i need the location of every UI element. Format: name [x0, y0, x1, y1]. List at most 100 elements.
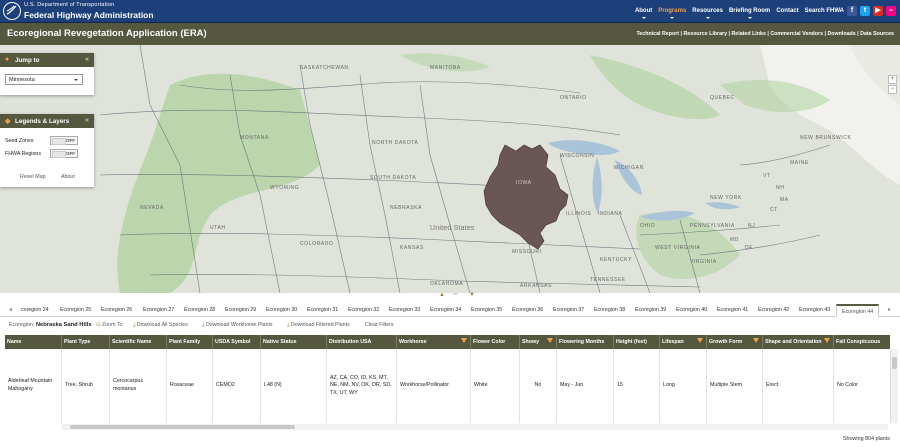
- map-label-maine: MAINE: [790, 160, 809, 166]
- col-lifespan[interactable]: Lifespan: [660, 335, 707, 349]
- tab-ecoregion-40[interactable]: Ecoregion 40: [676, 307, 707, 313]
- ecoregion-tabs: ◂ coregion 24 Ecoregion 25 Ecoregion 26 …: [0, 303, 900, 317]
- tabs-prev-icon[interactable]: ◂: [9, 306, 12, 313]
- col-height[interactable]: Height (feet): [614, 335, 660, 349]
- nav-search[interactable]: Search FHWA: [805, 8, 844, 14]
- nav-contact[interactable]: Contact: [776, 8, 798, 14]
- app-links[interactable]: Technical Report | Resource Library | Re…: [636, 31, 894, 37]
- map-label-arkansas: ARKANSAS: [520, 283, 553, 289]
- twitter-icon[interactable]: t: [860, 6, 870, 16]
- state-select[interactable]: Minnesota: [5, 74, 83, 85]
- jump-to-title: Jump to: [15, 57, 40, 64]
- filter-icon[interactable]: [547, 338, 553, 343]
- tab-ecoregion-29[interactable]: Ecoregion 29: [225, 307, 256, 313]
- col-distribution-usa-label: Distribution USA: [329, 339, 372, 345]
- zoom-out-button[interactable]: −: [888, 85, 897, 94]
- fhwa-regions-toggle[interactable]: OFF: [50, 149, 78, 158]
- youtube-icon[interactable]: ▶: [873, 6, 883, 16]
- col-flowering-months[interactable]: Flowering Months: [557, 335, 614, 349]
- col-showy[interactable]: Showy: [520, 335, 557, 349]
- facebook-icon[interactable]: f: [847, 6, 857, 16]
- tab-ecoregion-38[interactable]: Ecoregion 38: [594, 307, 625, 313]
- tab-ecoregion-44[interactable]: Ecoregion 44: [836, 304, 880, 317]
- legends-title: Legends & Layers: [15, 118, 70, 125]
- table-horizontal-scrollbar[interactable]: [62, 424, 888, 430]
- drag-handle-icon[interactable]: ═: [453, 292, 457, 298]
- tab-ecoregion-25[interactable]: Ecoregion 25: [60, 307, 91, 313]
- col-plant-type-label: Plant Type: [64, 339, 91, 345]
- nav-resources[interactable]: Resources: [692, 8, 723, 19]
- tab-ecoregion-42[interactable]: Ecoregion 42: [758, 307, 789, 313]
- tab-ecoregion-27[interactable]: Ecoregion 27: [143, 307, 174, 313]
- clear-filters-link[interactable]: Clear Filters: [365, 322, 394, 328]
- col-workhorse[interactable]: Workhorse: [397, 335, 471, 349]
- cell-flower-color: White: [471, 349, 520, 423]
- nav-programs[interactable]: Programs: [658, 8, 686, 19]
- col-growth-form[interactable]: Growth Form: [707, 335, 763, 349]
- nav-about[interactable]: About: [635, 8, 652, 19]
- reset-map-link[interactable]: Reset Map: [20, 174, 46, 180]
- layer-label-fhwa-regions: FHWA Regions: [5, 151, 42, 157]
- collapse-up-icon[interactable]: ▲: [439, 292, 445, 298]
- tab-ecoregion-31[interactable]: Ecoregion 31: [307, 307, 338, 313]
- tab-ecoregion-43[interactable]: Ecoregion 43: [799, 307, 830, 313]
- collapse-icon[interactable]: «: [85, 117, 89, 124]
- cell-scientific-name: Cercocarpus montanus: [110, 349, 167, 423]
- agency-name[interactable]: Federal Highway Administration: [24, 10, 154, 20]
- map-canvas[interactable]: IOWA WISCONSIN NORTH DAKOTA SOUTH DAKOTA…: [0, 45, 900, 293]
- tabs-next-icon[interactable]: ▸: [888, 306, 891, 313]
- tab-ecoregion-24[interactable]: coregion 24: [21, 307, 49, 313]
- scrollbar-thumb[interactable]: [70, 425, 295, 429]
- top-nav: About Programs Resources Briefing Room C…: [635, 8, 844, 19]
- col-usda-symbol[interactable]: USDA Symbol: [213, 335, 261, 349]
- tab-ecoregion-34[interactable]: Ecoregion 34: [430, 307, 461, 313]
- cell-workhorse: Workhorse/Pollinator: [397, 349, 471, 423]
- cell-name[interactable]: Alderleaf Mountain Mahogany: [5, 349, 62, 423]
- seed-zones-toggle[interactable]: OFF: [50, 136, 78, 145]
- map-label-new-york: NEW YORK: [710, 195, 742, 201]
- map-label-pennsylvania: PENNSYLVANIA: [690, 223, 735, 229]
- scrollbar-thumb[interactable]: [892, 357, 897, 369]
- tab-ecoregion-41[interactable]: Ecoregion 41: [717, 307, 748, 313]
- tab-ecoregion-26[interactable]: Ecoregion 26: [101, 307, 132, 313]
- tab-ecoregion-37[interactable]: Ecoregion 37: [553, 307, 584, 313]
- download-all-link[interactable]: ⤓ Download All Species: [133, 322, 188, 329]
- filter-icon[interactable]: [824, 338, 830, 343]
- tab-ecoregion-32[interactable]: Ecoregion 32: [348, 307, 379, 313]
- col-name[interactable]: Name: [5, 335, 62, 349]
- download-filtered-link[interactable]: ⤓ Download Filtered Plants: [287, 322, 350, 329]
- download-workhorse-link[interactable]: ⤓ Download Workhorse Plants: [202, 322, 273, 329]
- tab-ecoregion-35[interactable]: Ecoregion 35: [471, 307, 502, 313]
- map-label-south-dakota: SOUTH DAKOTA: [370, 175, 417, 181]
- filter-icon[interactable]: [697, 338, 703, 343]
- col-native-status[interactable]: Native Status: [261, 335, 327, 349]
- col-plant-family[interactable]: Plant Family: [167, 335, 213, 349]
- col-shape-orientation[interactable]: Shape and Orientation: [763, 335, 834, 349]
- dot-logo-icon[interactable]: [3, 2, 21, 20]
- col-plant-type[interactable]: Plant Type: [62, 335, 110, 349]
- tab-ecoregion-33[interactable]: Ecoregion 33: [389, 307, 420, 313]
- tab-ecoregion-36[interactable]: Ecoregion 36: [512, 307, 543, 313]
- map-label-delaware: DE: [745, 245, 754, 251]
- filter-icon[interactable]: [461, 338, 467, 343]
- collapse-icon[interactable]: «: [85, 56, 89, 63]
- flickr-icon[interactable]: ••: [886, 6, 896, 16]
- zoom-to-link[interactable]: ⊙ Zoom To: [96, 322, 122, 328]
- collapse-down-icon[interactable]: ▼: [469, 292, 475, 298]
- tab-ecoregion-30[interactable]: Ecoregion 30: [266, 307, 297, 313]
- col-scientific-name[interactable]: Scientific Name: [110, 335, 167, 349]
- col-flower-color[interactable]: Flower Color: [471, 335, 520, 349]
- tab-ecoregion-28[interactable]: Ecoregion 28: [184, 307, 215, 313]
- col-distribution-usa[interactable]: Distribution USA: [327, 335, 397, 349]
- dept-name: U.S. Department of Transportation: [24, 2, 115, 8]
- tab-ecoregion-39[interactable]: Ecoregion 39: [635, 307, 666, 313]
- table-vertical-scrollbar[interactable]: [890, 349, 898, 423]
- legends-header[interactable]: ◆ Legends & Layers «: [0, 114, 94, 128]
- map-label-oklahoma: OKLAHOMA: [430, 281, 464, 287]
- filter-icon[interactable]: [753, 338, 759, 343]
- nav-briefing-room[interactable]: Briefing Room: [729, 8, 770, 19]
- about-link[interactable]: About: [61, 174, 75, 180]
- zoom-in-button[interactable]: +: [888, 75, 897, 84]
- jump-to-header[interactable]: ● Jump to «: [0, 53, 94, 67]
- col-fall-conspicuous[interactable]: Fall Conspicuous: [834, 335, 890, 349]
